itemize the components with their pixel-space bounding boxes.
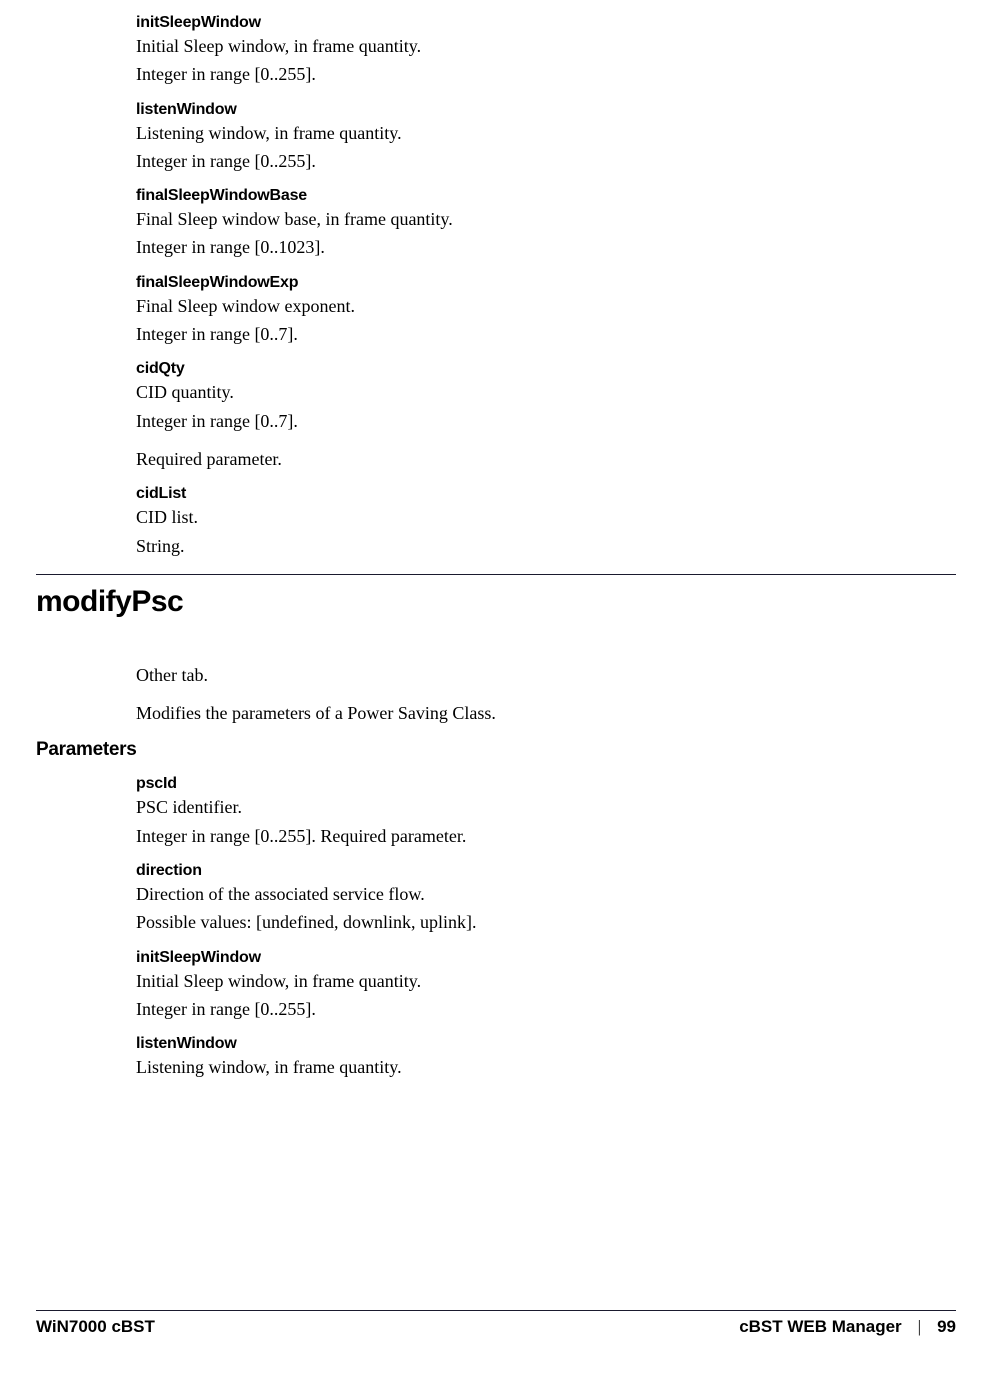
- subheading-parameters: Parameters: [36, 739, 956, 761]
- page: initSleepWindow Initial Sleep window, in…: [0, 14, 992, 1080]
- intro-line: Modifies the parameters of a Power Savin…: [136, 701, 896, 725]
- param-range: Integer in range [0..255].: [136, 149, 896, 173]
- param-desc: Initial Sleep window, in frame quantity.: [136, 969, 896, 993]
- param-range: Integer in range [0..255].: [136, 997, 896, 1021]
- param-name: initSleepWindow: [136, 949, 896, 967]
- top-params-block: initSleepWindow Initial Sleep window, in…: [136, 14, 896, 558]
- page-number: 99: [937, 1317, 956, 1337]
- param-desc: Listening window, in frame quantity.: [136, 1055, 896, 1079]
- footer-right: cBST WEB Manager | 99: [739, 1317, 956, 1337]
- param-desc: Final Sleep window base, in frame quanti…: [136, 207, 896, 231]
- param-range: Integer in range [0..255].: [136, 62, 896, 86]
- intro-line: Other tab.: [136, 663, 896, 687]
- param-desc: PSC identifier.: [136, 795, 896, 819]
- section-intro: Other tab. Modifies the parameters of a …: [136, 663, 896, 726]
- section-divider: [36, 574, 956, 575]
- param-name: pscId: [136, 775, 896, 793]
- param-note: Required parameter.: [136, 447, 896, 471]
- param-name: finalSleepWindowBase: [136, 187, 896, 205]
- bottom-params-block: pscId PSC identifier. Integer in range […: [136, 775, 896, 1079]
- param-desc: Initial Sleep window, in frame quantity.: [136, 34, 896, 58]
- page-footer: WiN7000 cBST cBST WEB Manager | 99: [36, 1310, 956, 1337]
- footer-divider: [36, 1310, 956, 1311]
- param-name: listenWindow: [136, 101, 896, 119]
- param-range: Integer in range [0..7].: [136, 322, 896, 346]
- param-desc: CID list.: [136, 505, 896, 529]
- param-desc: Listening window, in frame quantity.: [136, 121, 896, 145]
- section-heading: modifyPsc: [36, 585, 956, 619]
- param-desc: Final Sleep window exponent.: [136, 294, 896, 318]
- param-name: initSleepWindow: [136, 14, 896, 32]
- param-range: Integer in range [0..1023].: [136, 235, 896, 259]
- param-range: Integer in range [0..7].: [136, 409, 896, 433]
- footer-right-label: cBST WEB Manager: [739, 1317, 901, 1337]
- param-name: cidList: [136, 485, 896, 503]
- param-name: listenWindow: [136, 1035, 896, 1053]
- footer-left: WiN7000 cBST: [36, 1317, 155, 1337]
- param-values: Possible values: [undefined, downlink, u…: [136, 910, 896, 934]
- param-name: finalSleepWindowExp: [136, 274, 896, 292]
- footer-separator: |: [918, 1317, 921, 1337]
- param-name: direction: [136, 862, 896, 880]
- footer-row: WiN7000 cBST cBST WEB Manager | 99: [36, 1317, 956, 1337]
- param-desc: CID quantity.: [136, 380, 896, 404]
- param-desc: Direction of the associated service flow…: [136, 882, 896, 906]
- param-range: Integer in range [0..255]. Required para…: [136, 824, 896, 848]
- param-name: cidQty: [136, 360, 896, 378]
- param-type: String.: [136, 534, 896, 558]
